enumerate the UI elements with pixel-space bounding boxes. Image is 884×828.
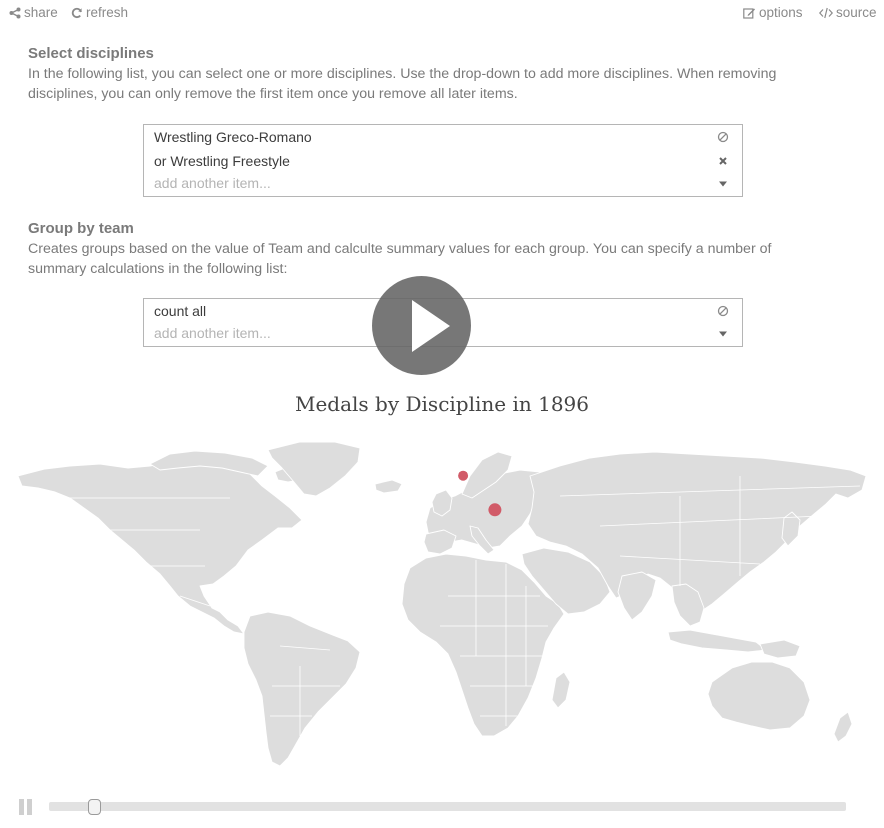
add-item-placeholder: add another item... <box>154 325 271 341</box>
code-icon <box>819 7 833 19</box>
blocked-icon <box>716 125 730 149</box>
source-button[interactable]: source <box>819 5 877 20</box>
new-zealand-landmass <box>833 711 853 743</box>
australia-landmass <box>707 661 811 731</box>
grouping-section: Group by team Creates groups based on th… <box>28 220 828 279</box>
iberia-landmass <box>423 529 457 555</box>
world-map-svg <box>17 441 867 767</box>
grouping-heading: Group by team <box>28 220 134 237</box>
refresh-icon <box>71 7 83 19</box>
north-america-landmass <box>17 458 303 635</box>
disciplines-section: Select disciplines In the following list… <box>28 45 828 104</box>
madagascar-landmass <box>551 671 571 709</box>
medal-marker-greece[interactable] <box>488 503 502 517</box>
list-item: or Wrestling Freestyle <box>144 149 742 173</box>
close-icon <box>719 157 727 165</box>
share-label: share <box>24 5 58 20</box>
add-item-placeholder: add another item... <box>154 175 271 191</box>
refresh-label: refresh <box>86 5 129 20</box>
pause-icon-bar <box>19 799 24 815</box>
source-label: source <box>836 5 877 20</box>
edit-icon <box>743 7 756 19</box>
remove-item-button[interactable] <box>716 149 730 173</box>
chevron-down-icon[interactable] <box>716 173 730 194</box>
disciplines-heading: Select disciplines <box>28 45 154 62</box>
play-icon <box>412 300 450 352</box>
new-guinea-landmass <box>759 639 801 659</box>
list-item-label: Wrestling Greco-Romano <box>154 129 312 145</box>
indonesia-landmass <box>667 629 767 653</box>
list-item-label: count all <box>154 303 207 319</box>
india-landmass <box>617 571 657 621</box>
play-button[interactable] <box>372 276 471 375</box>
chart-title: Medals by Discipline in 1896 <box>294 392 589 416</box>
top-toolbar: share refresh options source <box>0 5 884 23</box>
add-discipline-dropdown[interactable]: add another item... <box>144 173 742 196</box>
options-button[interactable]: options <box>743 5 803 20</box>
share-icon <box>9 7 21 19</box>
medal-marker-germany[interactable] <box>458 470 469 481</box>
chevron-down-icon[interactable] <box>716 323 730 344</box>
pause-button[interactable] <box>19 799 33 815</box>
pause-icon-bar <box>27 799 32 815</box>
options-label: options <box>759 5 803 20</box>
list-item: Wrestling Greco-Romano <box>144 125 742 149</box>
timeline-controls <box>0 796 884 818</box>
disciplines-list: Wrestling Greco-Romano or Wrestling Free… <box>143 124 743 197</box>
south-america-landmass <box>243 611 361 767</box>
grouping-description: Creates groups based on the value of Tea… <box>28 241 772 277</box>
iceland-landmass <box>374 479 403 494</box>
blocked-icon <box>716 299 730 323</box>
world-map <box>0 436 884 776</box>
disciplines-description: In the following list, you can select on… <box>28 66 777 102</box>
share-button[interactable]: share <box>9 5 58 20</box>
refresh-button[interactable]: refresh <box>71 5 128 20</box>
timeline-slider[interactable] <box>49 799 846 815</box>
slider-handle[interactable] <box>88 799 101 815</box>
list-item-label: or Wrestling Freestyle <box>154 153 290 169</box>
